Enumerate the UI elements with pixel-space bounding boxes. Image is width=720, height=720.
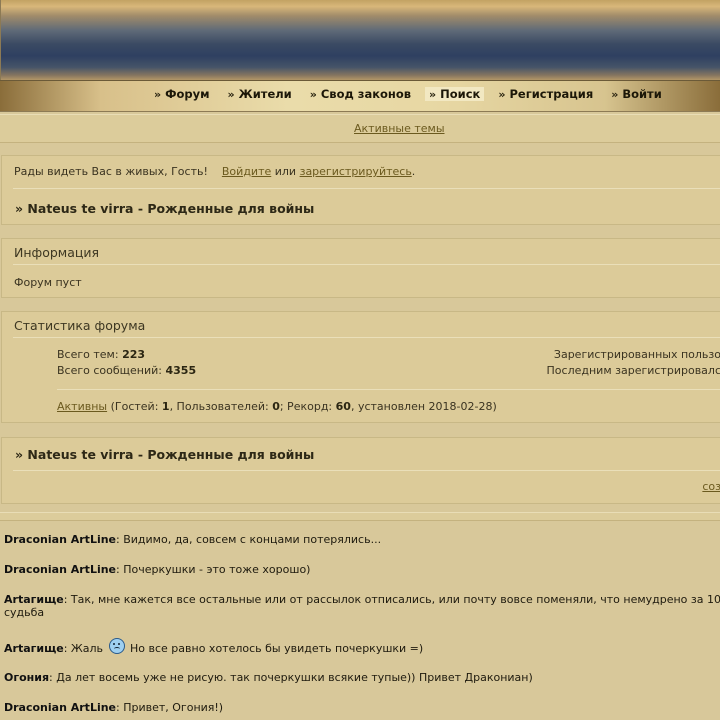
header-banner (0, 0, 720, 80)
info-header: Информация (14, 245, 100, 260)
nav-rules[interactable]: » Свод законов (310, 87, 411, 101)
chat-message: Artaгище: Так, мне кажется все остальные… (4, 593, 720, 619)
online-link[interactable]: Активны (57, 400, 107, 413)
forum-title: » Nateus te virra - Рожденные для войны (15, 201, 315, 216)
double-chevron-icon: » (498, 87, 506, 101)
chat-create-link[interactable]: соз (702, 480, 720, 493)
nav-users[interactable]: » Жители (228, 87, 292, 101)
double-chevron-icon: » (154, 87, 162, 101)
stats-header: Статистика форума (14, 318, 146, 333)
online-stats: Активны (Гостей: 1, Пользователей: 0; Ре… (57, 400, 497, 413)
chat-message: Draconian ArtLine: Почеркушки - это тоже… (4, 563, 311, 576)
smiley-icon (108, 638, 125, 654)
active-topics-bar: Активные темы (0, 114, 720, 143)
chat-message: Artaгище: Жаль Но все равно хотелось бы … (4, 638, 720, 655)
stats-posts: Всего сообщений: 4355 (57, 364, 197, 377)
chat-message: Draconian ArtLine: Видимо, да, совсем с … (4, 533, 382, 546)
chat-author[interactable]: Artaгище (4, 642, 64, 655)
double-chevron-icon: » (611, 87, 619, 101)
chat-author[interactable]: Draconian ArtLine (4, 563, 116, 576)
chat-title: » Nateus te virra - Рожденные для войны (15, 447, 315, 462)
main-navigation: » Форум » Жители » Свод законов » Поиск » Рег… (0, 80, 720, 112)
double-chevron-icon: » (227, 87, 235, 101)
welcome-panel: Рады видеть Вас в живых, Гость! Войдите … (1, 155, 720, 225)
chat-message: Огония: Да лет восемь уже не рисую. так … (4, 671, 533, 684)
active-topics-link[interactable]: Активные темы (354, 122, 445, 135)
chat-message: Draconian ArtLine: Привет, Огония!) (4, 701, 224, 714)
stats-last-registered: Последним зарегистрировалс (546, 364, 720, 377)
chat-author[interactable]: Draconian ArtLine (4, 533, 116, 546)
info-text: Форум пуст (14, 276, 82, 289)
login-link[interactable]: Войдите (222, 165, 271, 178)
chat-author[interactable]: Artaгище (4, 593, 64, 606)
nav-register[interactable]: » Регистрация (498, 87, 593, 101)
nav-forum[interactable]: » Форум (154, 87, 210, 101)
nav-login[interactable]: » Войти (611, 87, 662, 101)
stats-topics: Всего тем: 223 (57, 348, 146, 361)
stats-panel: Статистика форума Всего тем: 223 Всего с… (1, 311, 720, 423)
nav-search[interactable]: » Поиск (425, 87, 485, 101)
chat-author[interactable]: Draconian ArtLine (4, 701, 116, 714)
register-link[interactable]: зарегистрируйтесь (300, 165, 412, 178)
chat-author[interactable]: Огония (4, 671, 49, 684)
info-panel: Информация Форум пуст (1, 238, 720, 298)
double-chevron-icon: » (309, 87, 317, 101)
welcome-line: Рады видеть Вас в живых, Гость! Войдите … (14, 165, 416, 178)
double-chevron-icon: » (429, 87, 437, 101)
divider (0, 512, 720, 521)
chat-panel: » Nateus te virra - Рожденные для войны … (1, 437, 720, 504)
stats-registered: Зарегистрированных пользо (553, 348, 720, 361)
